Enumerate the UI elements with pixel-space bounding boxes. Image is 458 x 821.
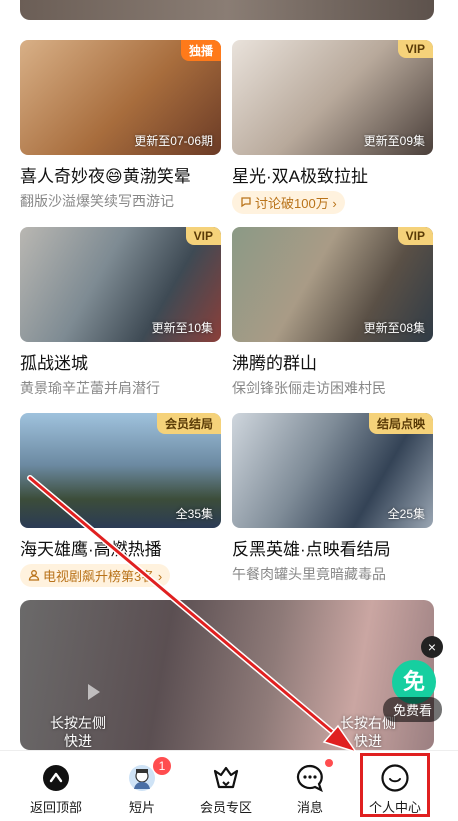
- video-title: 星光·双A极致拉扯: [232, 167, 368, 186]
- episode-label: 全35集: [175, 507, 213, 521]
- video-title: 孤战迷城: [20, 354, 88, 373]
- close-button[interactable]: ×: [421, 636, 443, 658]
- video-subtitle: 保剑锋张俪走访困难村民: [232, 380, 386, 396]
- finale-preview-badge: 结局点映: [368, 413, 433, 434]
- video-thumbnail[interactable]: VIP 更新至10集: [20, 227, 221, 342]
- episode-label: 更新至08集: [363, 321, 425, 335]
- pill-text: 讨论破100万: [255, 196, 329, 211]
- vip-badge: VIP: [397, 227, 433, 245]
- back-to-top-icon: [41, 763, 71, 798]
- video-subtitle: 午餐肉罐头里竟暗藏毒品: [232, 566, 386, 582]
- vip-badge: VIP: [185, 227, 221, 245]
- left-seek-hint: 长按左侧 快进: [50, 715, 106, 749]
- video-title: 反黑英雄·点映看结局: [232, 540, 391, 559]
- video-thumbnail[interactable]: 结局点映 全25集: [232, 413, 433, 528]
- video-title: 喜人奇妙夜😄黄渤笑晕: [20, 167, 191, 186]
- video-card[interactable]: 会员结局 全35集 海天雄鹰·高燃热播 电视剧飙升榜第3名 ›: [20, 413, 221, 587]
- nav-messages[interactable]: 消息: [266, 751, 354, 821]
- crown-icon: [211, 763, 241, 798]
- nav-back-to-top[interactable]: 返回顶部: [12, 751, 100, 821]
- featured-video-player[interactable]: 长按左侧 快进 长按右侧 快进: [20, 600, 434, 750]
- nav-vip-zone[interactable]: 会员专区: [182, 751, 270, 821]
- nav-label: 消息: [296, 800, 323, 815]
- video-card[interactable]: 结局点映 全25集 反黑英雄·点映看结局 午餐肉罐头里竟暗藏毒品: [232, 413, 433, 584]
- nav-label: 会员专区: [199, 800, 252, 815]
- ranking-pill[interactable]: 电视剧飙升榜第3名 ›: [20, 564, 171, 587]
- video-thumbnail[interactable]: VIP 更新至08集: [232, 227, 433, 342]
- video-thumbnail[interactable]: 独播 更新至07-06期: [20, 40, 221, 155]
- chevron-right-icon: ›: [157, 569, 163, 584]
- exclusive-badge: 独播: [180, 40, 221, 61]
- discussion-pill[interactable]: 讨论破100万 ›: [232, 191, 345, 214]
- video-card[interactable]: VIP 更新至09集 星光·双A极致拉扯 讨论破100万 ›: [232, 40, 433, 214]
- message-icon: [295, 763, 325, 798]
- video-thumbnail[interactable]: 会员结局 全35集: [20, 413, 221, 528]
- video-subtitle: 翻版沙溢爆笑续写西游记: [20, 193, 174, 209]
- previous-card-thumbnail[interactable]: [20, 0, 434, 20]
- rewind-icon: [88, 684, 100, 700]
- episode-label: 全25集: [387, 507, 425, 521]
- chevron-right-icon: ›: [332, 196, 337, 211]
- video-subtitle: 黄景瑜辛芷蕾并肩潜行: [20, 380, 160, 396]
- chat-bubble-icon: [240, 196, 252, 211]
- person-icon: [28, 569, 40, 584]
- video-title: 海天雄鹰·高燃热播: [20, 540, 162, 559]
- pill-text: 电视剧飙升榜第3名: [43, 569, 155, 584]
- profile-highlight-box: [360, 753, 430, 817]
- video-thumbnail[interactable]: VIP 更新至09集: [232, 40, 433, 155]
- member-finale-badge: 会员结局: [156, 413, 221, 434]
- unread-dot: [325, 759, 333, 767]
- nav-label: 短片: [128, 800, 155, 815]
- vip-badge: VIP: [397, 40, 433, 58]
- video-title: 沸腾的群山: [232, 354, 317, 373]
- notification-badge: 1: [153, 757, 171, 775]
- episode-label: 更新至09集: [363, 134, 425, 148]
- nav-label: 返回顶部: [29, 800, 82, 815]
- episode-label: 更新至10集: [151, 321, 213, 335]
- nav-shorts[interactable]: 1 短片: [98, 751, 186, 821]
- video-card[interactable]: VIP 更新至10集 孤战迷城 黄景瑜辛芷蕾并肩潜行: [20, 227, 221, 398]
- video-card[interactable]: VIP 更新至08集 沸腾的群山 保剑锋张俪走访困难村民: [232, 227, 433, 398]
- free-watch-button[interactable]: 免费看: [382, 697, 442, 722]
- episode-label: 更新至07-06期: [134, 134, 213, 148]
- video-card[interactable]: 独播 更新至07-06期 喜人奇妙夜😄黄渤笑晕 翻版沙溢爆笑续写西游记: [20, 40, 221, 211]
